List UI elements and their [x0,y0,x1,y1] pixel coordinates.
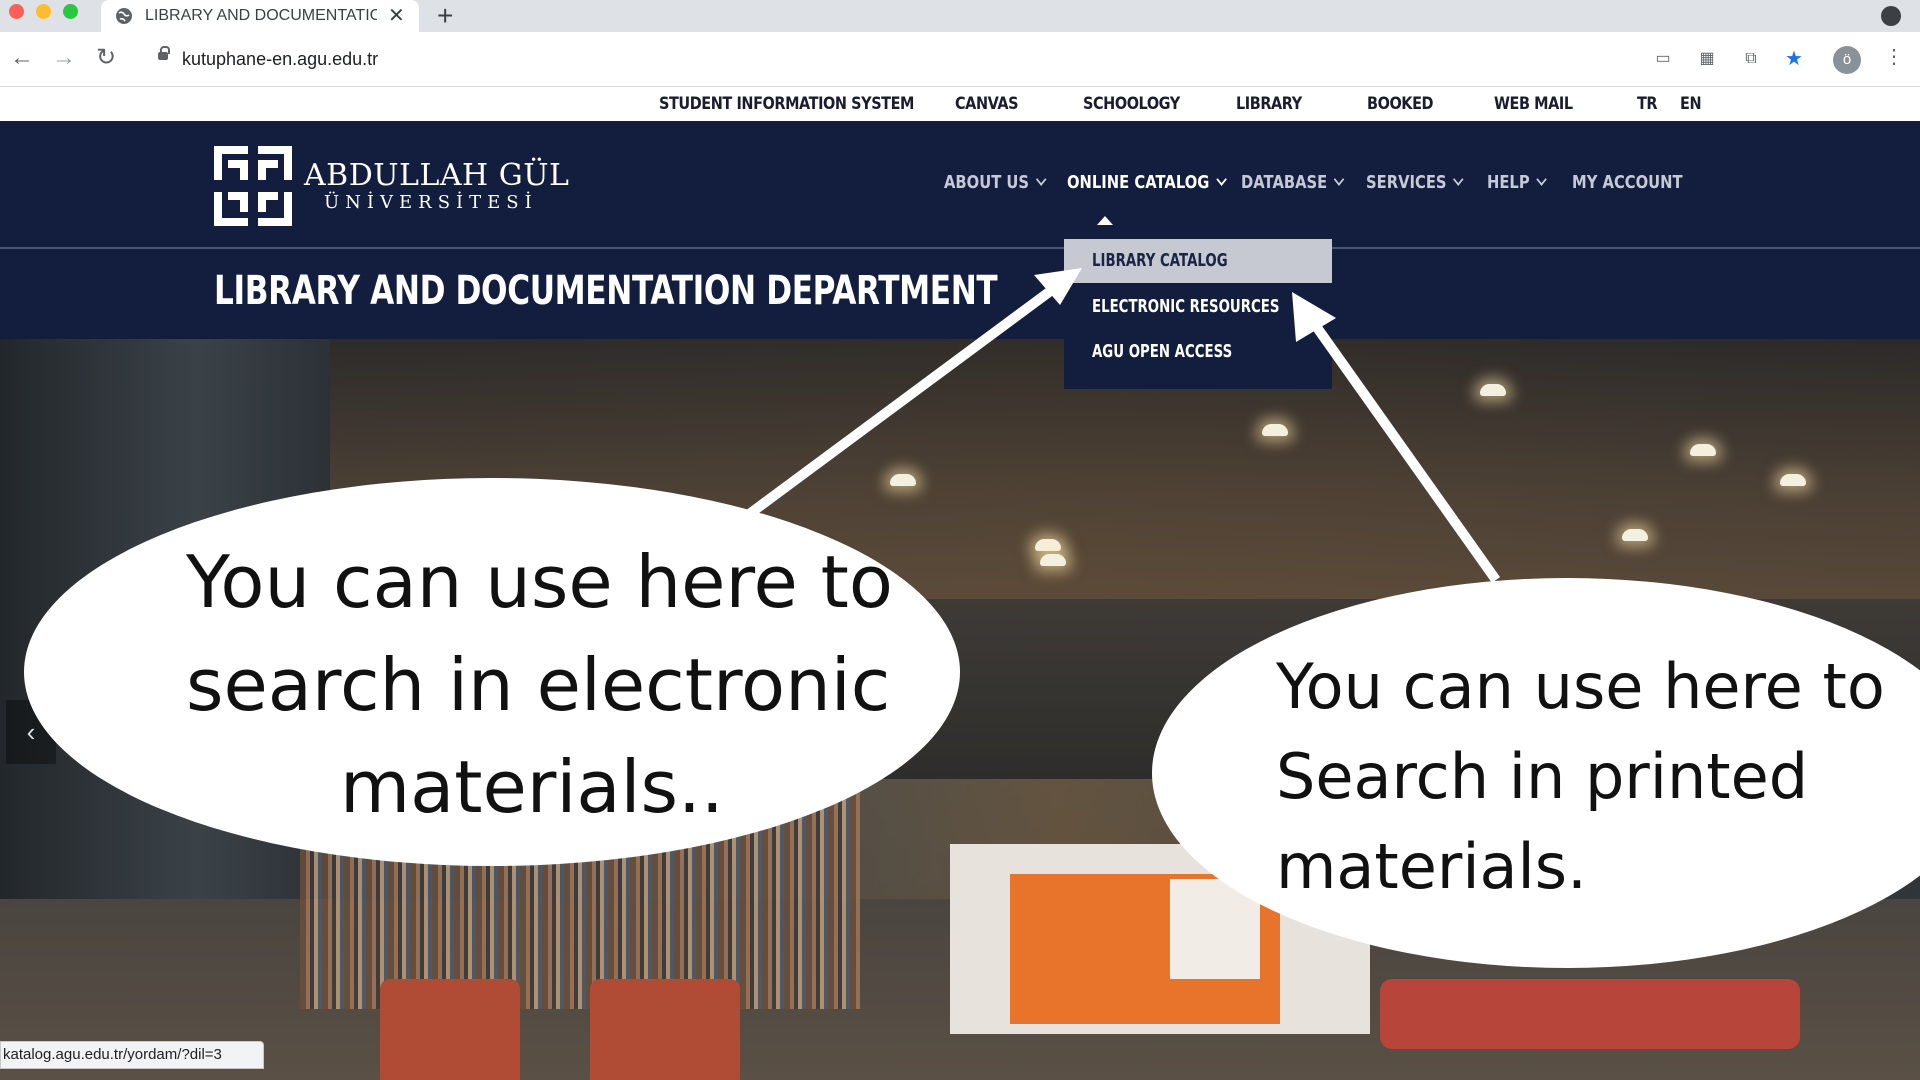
nav-services[interactable]: SERVICES [1366,172,1464,193]
callout-left-line-3: materials.. [340,745,724,829]
hero-lamp [1262,424,1288,436]
logo-university-name[interactable]: ABDULLAH GÜL [304,158,569,193]
callout-right-line-1: You can use here to [1276,650,1885,723]
new-tab-button[interactable]: + [437,0,453,32]
close-window-button[interactable] [9,4,24,19]
dropdown-caret [1097,216,1113,225]
link-student-information-system[interactable]: STUDENT INFORMATION SYSTEM [659,94,914,114]
link-booked[interactable]: BOOKED [1367,94,1434,114]
nav-database-label: DATABASE [1241,172,1328,193]
maximize-window-button[interactable] [63,4,78,19]
nav-about-us-label: ABOUT US [944,172,1030,193]
browser-tab[interactable]: LIBRARY AND DOCUMENTATIC ✕ [101,0,419,32]
callout-right-line-3: materials. [1276,830,1587,903]
dropdown-library-catalog[interactable]: LIBRARY CATALOG [1064,239,1332,283]
address-bar[interactable]: kutuphane-en.agu.edu.tr [182,49,378,70]
translate-icon[interactable]: ⧉ [1741,50,1761,68]
dropdown-item-label: LIBRARY CATALOG [1092,250,1228,271]
hero-lamp [1690,444,1716,456]
callout-right-line-2: Search in printed [1276,740,1809,813]
nav-my-account-label: MY ACCOUNT [1572,172,1683,193]
hero-lamp [1480,384,1506,396]
nav-help-label: HELP [1487,172,1530,193]
nav-help[interactable]: HELP [1487,172,1547,193]
tab-search-icon[interactable] [1881,6,1901,26]
dropdown-electronic-resources[interactable]: ELECTRONIC RESOURCES [1064,285,1332,329]
callout-left-line-2: search in electronic [186,643,891,727]
hero-red-bench [1380,979,1800,1049]
qr-code-icon[interactable]: ▦ [1697,50,1717,68]
hero-lamp [890,474,916,486]
hero-armchair [380,979,520,1080]
lock-icon[interactable] [158,46,170,60]
hero-lamp [1040,554,1066,566]
online-catalog-dropdown: LIBRARY CATALOG ELECTRONIC RESOURCES AGU… [1064,239,1332,389]
hero-lamp [1780,474,1806,486]
chevron-down-icon [1453,173,1464,186]
more-vert-icon[interactable]: ⋮ [1884,44,1904,69]
forward-arrow-icon[interactable]: → [52,44,76,72]
department-title: LIBRARY AND DOCUMENTATION DEPARTMENT [214,268,998,314]
nav-services-label: SERVICES [1366,172,1447,193]
hero-armchair [590,979,740,1080]
nav-online-catalog-label: ONLINE CATALOG [1067,172,1210,193]
chevron-down-icon [1216,173,1227,186]
link-canvas[interactable]: CANVAS [955,94,1019,114]
header-divider [0,247,1920,249]
browser-toolbar: ← → ↻ kutuphane-en.agu.edu.tr ▭ ▦ ⧉ ★ ö … [0,32,1920,87]
top-utility-links: STUDENT INFORMATION SYSTEM CANVAS SCHOOL… [0,87,1920,121]
hero-lamp [1035,539,1061,551]
logo-university-subtitle[interactable]: ÜNİVERSİTESİ [324,192,538,213]
bookmark-star-icon[interactable]: ★ [1784,49,1804,69]
chevron-down-icon [1035,173,1047,186]
tab-close-icon[interactable]: ✕ [388,3,405,28]
lang-en[interactable]: EN [1680,94,1702,114]
back-arrow-icon[interactable]: ← [10,44,34,72]
tab-title: LIBRARY AND DOCUMENTATIC [145,7,377,24]
nav-database[interactable]: DATABASE [1241,172,1345,193]
link-schoology[interactable]: SCHOOLOGY [1083,94,1180,114]
link-web-mail[interactable]: WEB MAIL [1494,94,1573,114]
link-status-bar: katalog.agu.edu.tr/yordam/?dil=3 [0,1041,264,1069]
dropdown-agu-open-access[interactable]: AGU OPEN ACCESS [1064,330,1332,374]
link-library[interactable]: LIBRARY [1236,94,1302,114]
browser-tab-bar: LIBRARY AND DOCUMENTATIC ✕ + [0,0,1920,32]
nav-about-us[interactable]: ABOUT US [944,172,1047,193]
callout-left-line-1: You can use here to [186,540,893,624]
chevron-down-icon [1536,173,1547,186]
nav-online-catalog[interactable]: ONLINE CATALOG [1067,172,1227,193]
profile-avatar[interactable]: ö [1833,46,1861,74]
dropdown-item-label: AGU OPEN ACCESS [1092,341,1233,362]
nav-my-account[interactable]: MY ACCOUNT [1572,172,1683,193]
minimize-window-button[interactable] [36,4,51,19]
reload-icon[interactable]: ↻ [96,44,116,72]
chevron-down-icon [1333,173,1345,186]
lang-tr[interactable]: TR [1637,94,1658,114]
cast-icon[interactable]: ▭ [1653,50,1673,68]
hero-lamp [1622,529,1648,541]
university-logo-icon[interactable] [214,146,292,226]
dropdown-item-label: ELECTRONIC RESOURCES [1092,296,1280,317]
globe-icon [116,8,132,24]
